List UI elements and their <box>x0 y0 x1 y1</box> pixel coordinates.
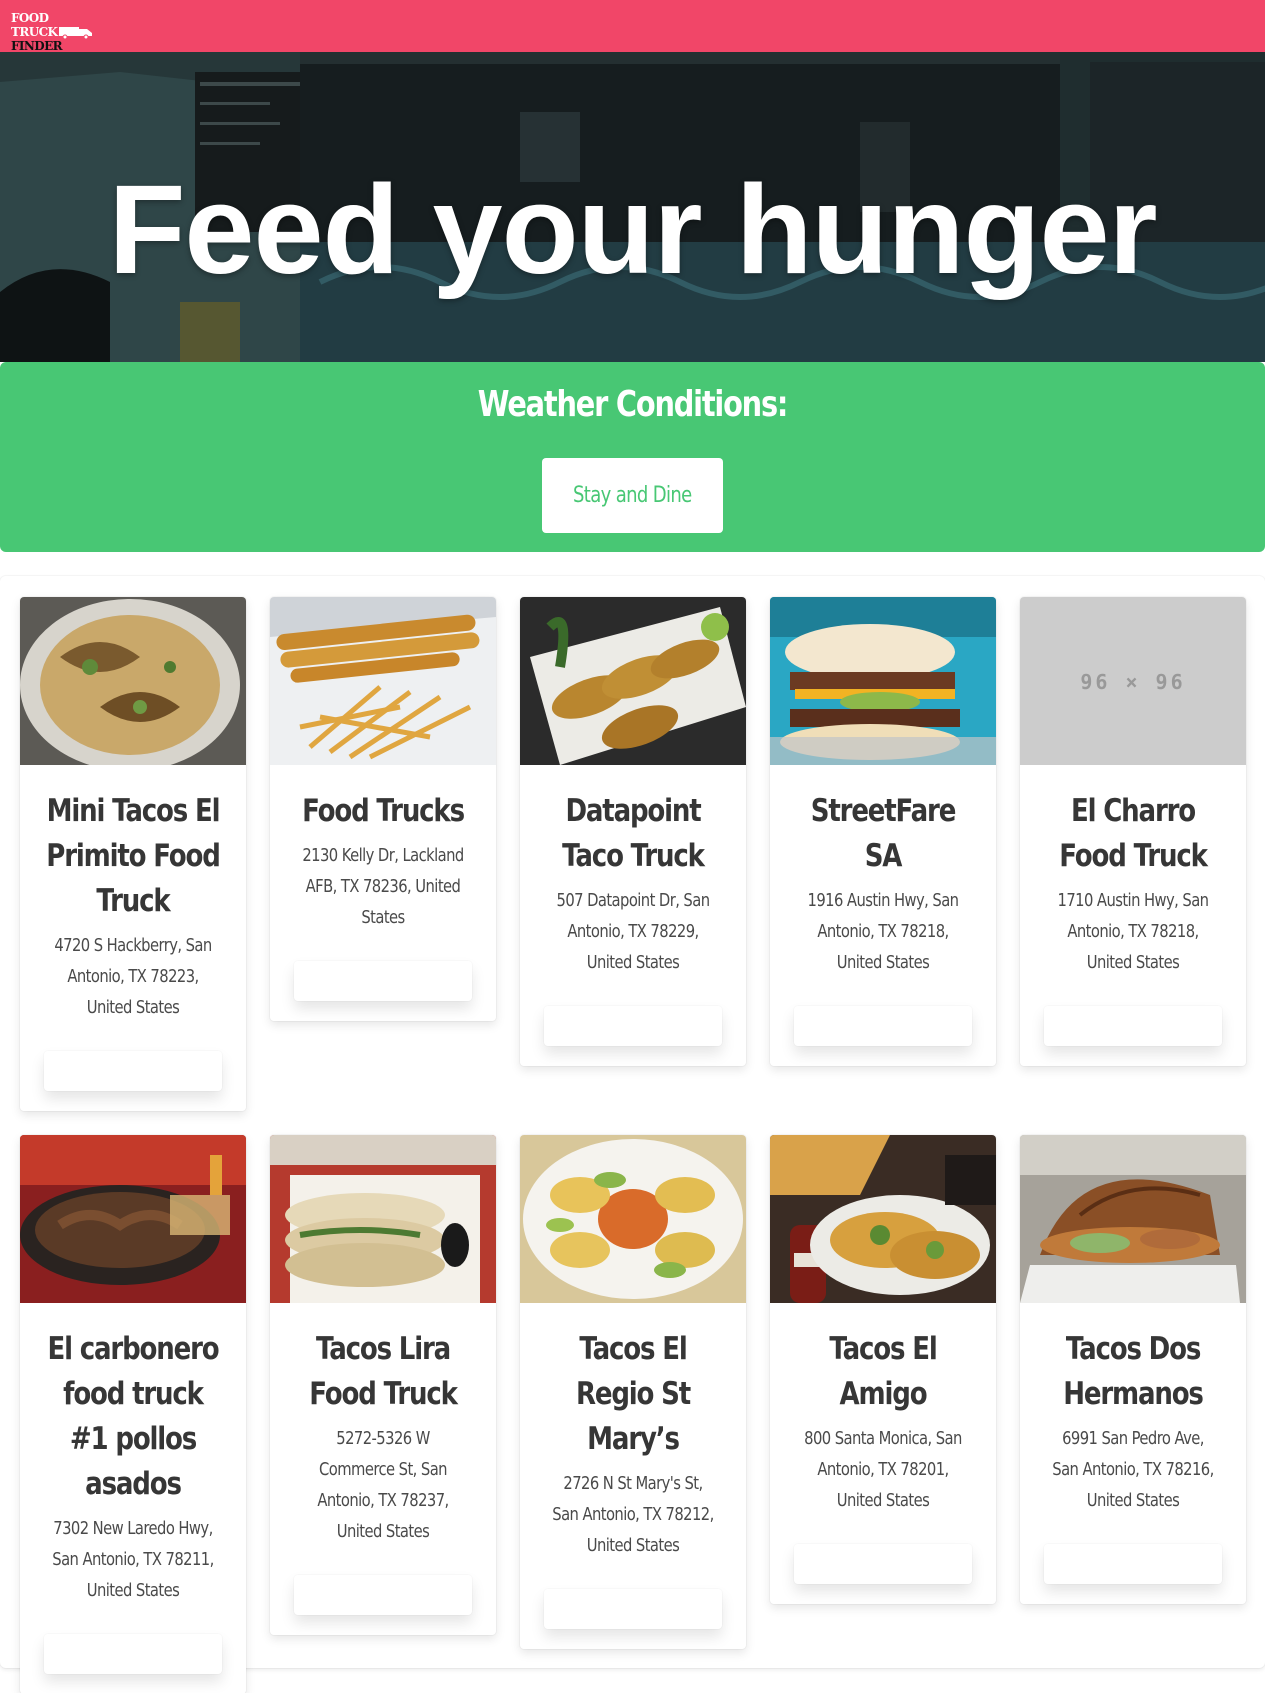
truck-card: Tacos El Amigo 800 Santa Monica, San Ant… <box>770 1135 996 1604</box>
truck-card: El carbonero food truck #1 pollos asados… <box>20 1135 246 1693</box>
truck-image <box>1020 1135 1246 1303</box>
image-placeholder-label: 96 × 96 <box>1080 670 1185 694</box>
logo[interactable]: FOOD TRUCK FINDER <box>11 11 92 53</box>
truck-image <box>770 1135 996 1303</box>
truck-address: 1710 Austin Hwy, San Antonio, TX 78218, … <box>1057 890 1209 973</box>
truck-image: 96 × 96 <box>1020 597 1246 765</box>
hero-banner: Feed your hunger <box>0 52 1265 362</box>
truck-name[interactable]: Datapoint Taco Truck <box>545 789 721 879</box>
stay-and-dine-button[interactable]: Stay and Dine <box>542 458 723 533</box>
truck-icon <box>59 27 92 39</box>
truck-card: Datapoint Taco Truck 507 Datapoint Dr, S… <box>520 597 746 1066</box>
truck-image <box>770 597 996 765</box>
truck-card-button[interactable] <box>544 1589 722 1629</box>
truck-address: 2726 N St Mary's St, San Antonio, TX 782… <box>552 1473 714 1556</box>
truck-address: 6991 San Pedro Ave, San Antonio, TX 7821… <box>1052 1428 1214 1511</box>
truck-image <box>270 1135 496 1303</box>
truck-card-button[interactable] <box>1044 1006 1222 1046</box>
truck-name[interactable]: El carbonero food truck #1 pollos asados <box>45 1327 221 1507</box>
truck-image <box>520 1135 746 1303</box>
truck-image <box>270 597 496 765</box>
truck-name[interactable]: El Charro Food Truck <box>1045 789 1221 879</box>
truck-address: 507 Datapoint Dr, San Antonio, TX 78229,… <box>556 890 711 973</box>
truck-card: Food Trucks 2130 Kelly Dr, Lackland AFB,… <box>270 597 496 1021</box>
truck-address: 2130 Kelly Dr, Lackland AFB, TX 78236, U… <box>302 845 464 928</box>
truck-card: Mini Tacos El Primito Food Truck 4720 S … <box>20 597 246 1111</box>
truck-address: 4720 S Hackberry, San Antonio, TX 78223,… <box>54 935 212 1018</box>
truck-name[interactable]: Mini Tacos El Primito Food Truck <box>45 789 221 924</box>
truck-card: Tacos Lira Food Truck 5272-5326 W Commer… <box>270 1135 496 1635</box>
truck-address: 1916 Austin Hwy, San Antonio, TX 78218, … <box>807 890 959 973</box>
truck-card-button[interactable] <box>1044 1544 1222 1584</box>
truck-card: StreetFare SA 1916 Austin Hwy, San Anton… <box>770 597 996 1066</box>
stay-and-dine-label: Stay and Dine <box>573 483 692 508</box>
truck-image <box>20 1135 246 1303</box>
truck-card-button[interactable] <box>544 1006 722 1046</box>
truck-name[interactable]: StreetFare SA <box>795 789 971 879</box>
truck-name[interactable]: Tacos El Regio St Mary’s <box>545 1327 721 1462</box>
navbar: FOOD TRUCK FINDER <box>0 0 1265 53</box>
truck-card-button[interactable] <box>794 1544 972 1584</box>
truck-name[interactable]: Food Trucks <box>295 789 471 834</box>
weather-panel: Weather Conditions: Stay and Dine <box>0 362 1265 552</box>
truck-address: 7302 New Laredo Hwy, San Antonio, TX 782… <box>52 1518 214 1601</box>
truck-card-button[interactable] <box>44 1634 222 1674</box>
truck-card-button[interactable] <box>294 1575 472 1615</box>
truck-card-button[interactable] <box>794 1006 972 1046</box>
truck-card-button[interactable] <box>44 1051 222 1091</box>
weather-title: Weather Conditions: <box>477 384 789 425</box>
truck-name[interactable]: Tacos Dos Hermanos <box>1045 1327 1221 1417</box>
truck-card: Tacos Dos Hermanos 6991 San Pedro Ave, S… <box>1020 1135 1246 1604</box>
truck-name[interactable]: Tacos Lira Food Truck <box>295 1327 471 1417</box>
truck-image <box>20 597 246 765</box>
truck-address: 5272-5326 W Commerce St, San Antonio, TX… <box>317 1428 449 1542</box>
truck-address: 800 Santa Monica, San Antonio, TX 78201,… <box>804 1428 962 1511</box>
truck-card-button[interactable] <box>294 961 472 1001</box>
hero-title: Feed your hunger <box>108 159 1157 300</box>
truck-list: Mini Tacos El Primito Food Truck 4720 S … <box>0 576 1265 1693</box>
truck-image <box>520 597 746 765</box>
truck-card: Tacos El Regio St Mary’s 2726 N St Mary'… <box>520 1135 746 1649</box>
logo-line-2: FINDER <box>11 39 63 53</box>
truck-name[interactable]: Tacos El Amigo <box>795 1327 971 1417</box>
truck-card: 96 × 96 El Charro Food Truck 1710 Austin… <box>1020 597 1246 1066</box>
